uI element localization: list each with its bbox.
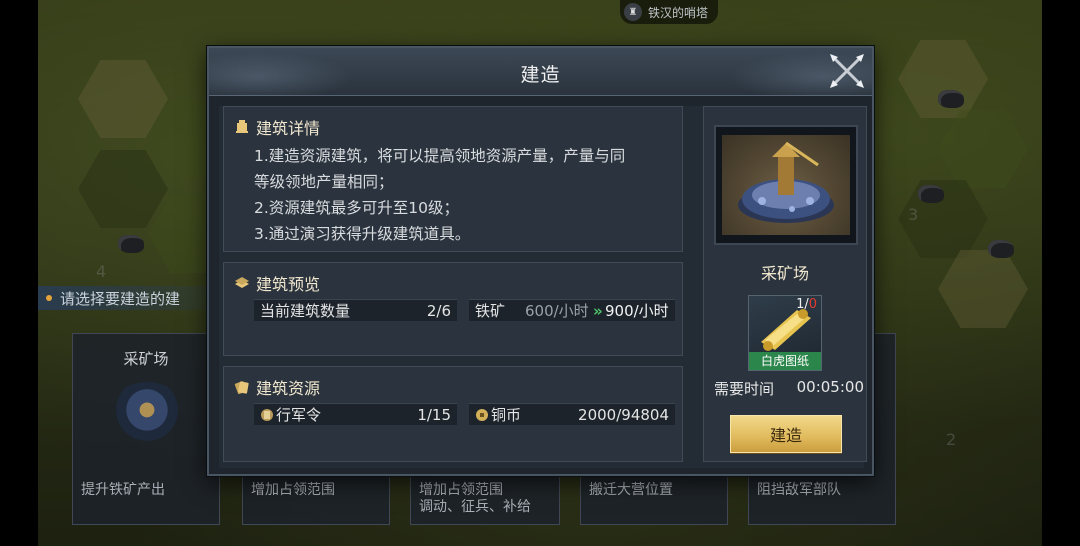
mine-illustration: [738, 141, 834, 223]
building-image-frame: [714, 125, 858, 245]
dialog-header: 建造: [209, 48, 872, 96]
blueprint-item-slot[interactable]: 1/0 白虎图纸: [748, 295, 822, 371]
close-icon: [830, 54, 864, 88]
building-preview-section: 建筑预览 当前建筑数量 2/6 铁矿 600/小时 » 900/小时: [223, 262, 683, 356]
time-label: 需要时间: [714, 380, 775, 398]
close-button[interactable]: [824, 48, 870, 94]
card-desc: 增加占领范围 调动、征兵、补给: [419, 482, 531, 515]
build-dialog: 建造 建筑详情 1.建造资源建筑，将可以提高领地资源产量，产量与同 等级领地产量…: [207, 46, 874, 476]
tower-icon: ♜: [624, 3, 642, 21]
building-resources-section: 建筑资源 行军令 1/15 铜币 2000/94804: [223, 366, 683, 462]
card-desc: 提升铁矿产出: [81, 482, 165, 498]
card-name: 采矿场: [123, 350, 169, 368]
time-value: 00:05:00: [796, 378, 864, 396]
details-title: 建筑详情: [234, 115, 320, 139]
output-rate-row: 铁矿 600/小时 » 900/小时: [469, 299, 675, 321]
details-text: 1.建造资源建筑，将可以提高领地资源产量，产量与同 等级领地产量相同； 2.资源…: [254, 143, 679, 247]
card-desc: 搬迁大营位置: [589, 482, 673, 498]
item-count: 1/0: [796, 297, 817, 312]
preview-title: 建筑预览: [234, 271, 320, 295]
build-button[interactable]: 建造: [730, 415, 842, 453]
building-card-mine[interactable]: 采矿场 提升铁矿产出: [72, 333, 220, 525]
building-count-row: 当前建筑数量 2/6: [254, 299, 457, 321]
resource-label: 铁矿: [475, 302, 506, 320]
copper-value: 2000/94804: [578, 405, 669, 424]
next-rate: 900/小时: [605, 302, 669, 320]
resources-title: 建筑资源: [234, 375, 320, 399]
details-line: 2.资源建筑最多可升至10级；: [254, 199, 460, 217]
resource-icon: [234, 381, 249, 395]
item-count-have: 1/: [796, 297, 809, 312]
dialog-title: 建造: [520, 64, 561, 86]
copper-label: 铜币: [491, 406, 522, 424]
letterbox-left: [0, 0, 38, 546]
march-order-value: 1/15: [417, 405, 451, 424]
location-tag[interactable]: ♜ 铁汉的哨塔: [620, 0, 719, 24]
march-order-label: 行军令: [276, 406, 322, 424]
building-details-section: 建筑详情 1.建造资源建筑，将可以提高领地资源产量，产量与同 等级领地产量相同；…: [223, 106, 683, 252]
select-hint-text: 请选择要建造的建: [60, 289, 181, 308]
building-count-label: 当前建筑数量: [260, 302, 351, 320]
upgrade-arrow-icon: »: [593, 301, 603, 320]
details-line: 等级领地产量相同；: [254, 173, 394, 191]
location-name: 铁汉的哨塔: [648, 5, 709, 20]
building-icon: [236, 120, 248, 133]
resources-title-text: 建筑资源: [256, 379, 321, 398]
item-name: 白虎图纸: [749, 352, 821, 370]
preview-icon: [235, 277, 249, 288]
building-name: 采矿场: [760, 264, 809, 283]
mine-building-image: [722, 135, 850, 235]
details-line: 3.通过演习获得升级建筑道具。: [254, 225, 471, 243]
copper-coin-icon: [476, 408, 488, 421]
build-time-row: 需要时间 00:05:00: [714, 378, 864, 399]
details-line: 1.建造资源建筑，将可以提高领地资源产量，产量与同: [254, 147, 626, 165]
building-summary-panel: 采矿场 1/0 白虎图纸 需要时间 00:05:00 建造: [703, 106, 867, 462]
item-count-need: 0: [808, 297, 817, 312]
current-rate: 600/小时: [525, 302, 589, 320]
march-order-icon: [261, 408, 273, 421]
dialog-body: 建筑详情 1.建造资源建筑，将可以提高领地资源产量，产量与同 等级领地产量相同；…: [219, 106, 867, 468]
letterbox-right: [1042, 0, 1080, 546]
preview-title-text: 建筑预览: [256, 275, 321, 294]
details-title-text: 建筑详情: [256, 119, 321, 138]
building-count-value: 2/6: [426, 301, 451, 320]
march-order-row: 行军令 1/15: [254, 403, 457, 425]
card-desc: 增加占领范围: [251, 482, 335, 498]
mine-thumbnail: [109, 382, 185, 444]
card-desc: 阻挡敌军部队: [757, 482, 841, 498]
scroll-icon: [761, 309, 811, 351]
copper-row: 铜币 2000/94804: [469, 403, 675, 425]
bullet-icon: [46, 295, 52, 301]
